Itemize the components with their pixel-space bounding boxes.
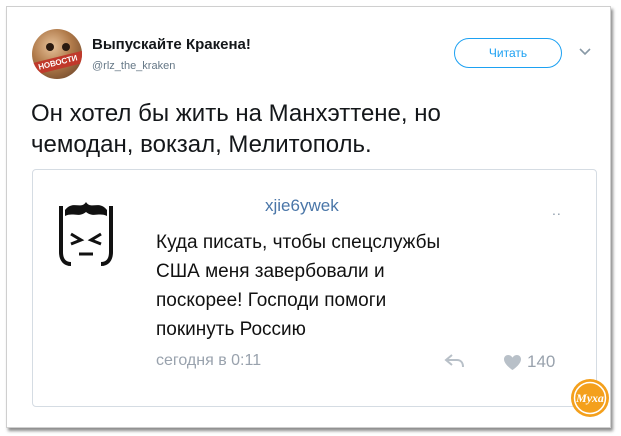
tweet-text-line: чемодан, вокзал, Мелитополь.	[31, 131, 372, 158]
tweet-text-line: Он хотел бы жить на Манхэттене, но	[31, 100, 441, 127]
post-text-line: Куда писать, чтобы спецслужбы	[156, 232, 441, 253]
muha-logo: Муха	[571, 379, 609, 417]
post-timestamp[interactable]: сегодня в 0:11	[156, 352, 261, 370]
reply-icon[interactable]	[443, 353, 465, 369]
like-count: 140	[527, 352, 556, 371]
more-options[interactable]: ..	[552, 202, 562, 218]
heart-icon[interactable]	[503, 354, 522, 371]
chevron-down-icon[interactable]	[576, 45, 594, 59]
post-text-line: покинуть Россию	[156, 319, 306, 340]
post-text: Куда писать, чтобы спецслужбы США меня з…	[156, 228, 556, 344]
post-username[interactable]: xjie6ywek	[265, 196, 339, 216]
follow-button[interactable]: Читать	[454, 38, 562, 68]
embedded-post: xjie6ywek .. Куда писать, чтобы спецслуж…	[32, 169, 597, 407]
avatar-eye	[46, 43, 54, 51]
tweet-card: НОВОСТИ Выпускайте Кракена! @rlz_the_kra…	[6, 6, 611, 428]
author-name[interactable]: Выпускайте Кракена!	[92, 36, 251, 53]
avatar-badge: НОВОСТИ	[32, 50, 82, 76]
post-text-line: США меня завербовали и	[156, 261, 385, 282]
svg-text:Муха: Муха	[575, 391, 604, 405]
avatar-eye	[62, 43, 70, 51]
cartoon-avatar	[59, 202, 113, 266]
tweet-text: Он хотел бы жить на Манхэттене, но чемод…	[31, 98, 591, 160]
post-text-line: поскорее! Господи помоги	[156, 290, 387, 311]
author-handle[interactable]: @rlz_the_kraken	[92, 60, 175, 72]
author-avatar[interactable]: НОВОСТИ	[32, 29, 82, 79]
